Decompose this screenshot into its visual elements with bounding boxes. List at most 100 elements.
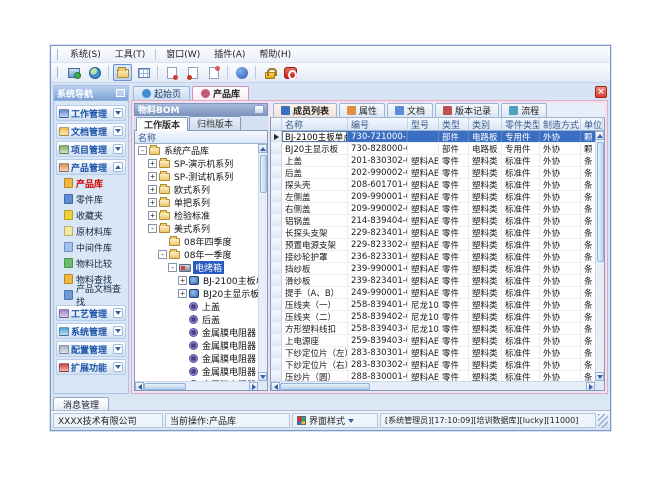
help-button[interactable]: [232, 64, 251, 81]
table-row[interactable]: 压纱片（圆）288-830001-00X塑料ABS零件塑料类标准件外协条: [271, 371, 595, 381]
sidebar-item-5[interactable]: 物料比较: [56, 255, 126, 271]
table-row[interactable]: 下纱定位片（左）283-830301-00X塑料ABS零件塑料类标准件外协条: [271, 347, 595, 359]
chevron-icon[interactable]: [113, 144, 123, 154]
tree-node[interactable]: +BJ20主显示板: [135, 287, 258, 300]
expand-icon[interactable]: +: [148, 185, 157, 194]
document-export-button[interactable]: [183, 64, 202, 81]
column-header-0[interactable]: 名称: [282, 118, 348, 130]
tab-0[interactable]: 成员列表: [273, 103, 337, 117]
sidebar-item-1[interactable]: 零件库: [56, 191, 126, 207]
sidebar-item-7[interactable]: 产品文档查找: [56, 287, 126, 303]
table-row[interactable]: 方形塑料线扣258-839403-00X尼龙1010零件塑料类标准件外协条: [271, 323, 595, 335]
column-header-7[interactable]: 单位: [581, 118, 603, 130]
doc-tab-0[interactable]: 起始页: [133, 86, 190, 100]
resize-grip[interactable]: [598, 414, 608, 428]
chevron-icon[interactable]: [113, 344, 123, 354]
tree-node[interactable]: +SP-测试机系列: [135, 170, 258, 183]
tree-horizontal-scrollbar[interactable]: [135, 381, 258, 390]
bom-tab-0[interactable]: 工作版本: [136, 117, 188, 131]
chevron-icon[interactable]: [113, 362, 123, 372]
collapse-icon[interactable]: -: [138, 146, 147, 155]
document-remove-button[interactable]: [162, 64, 181, 81]
table-row[interactable]: 上盖201-830302-00X塑料ABS零件塑料类标准件外协条: [271, 155, 595, 167]
scroll-down-icon[interactable]: [258, 372, 267, 381]
document-import-button[interactable]: [204, 64, 223, 81]
tab-1[interactable]: 属性: [339, 103, 385, 117]
table-row[interactable]: 左侧盖209-990001-01X塑料ABS零件塑料类标准件外协条: [271, 191, 595, 203]
column-header-1[interactable]: 编号: [348, 118, 408, 130]
browser-button[interactable]: [85, 64, 104, 81]
chevron-icon[interactable]: [113, 126, 123, 136]
product-library-button[interactable]: [113, 64, 132, 81]
sidebar-options-icon[interactable]: [116, 89, 125, 97]
table-row[interactable]: 探头壳208-601701-01X塑料ABS零件塑料类标准件外协条: [271, 179, 595, 191]
sidebar-group-0[interactable]: 工作管理: [56, 105, 126, 121]
report-grid-button[interactable]: [134, 64, 153, 81]
scroll-up-icon[interactable]: [595, 131, 604, 140]
expand-icon[interactable]: +: [178, 289, 187, 298]
tab-3[interactable]: 版本记录: [435, 103, 499, 117]
toolbar-grip[interactable]: [57, 67, 60, 78]
expand-icon[interactable]: +: [148, 211, 157, 220]
table-row[interactable]: 后盖202-990002-01X塑料ABS零件塑料类标准件外协条: [271, 167, 595, 179]
tree-hscroll-thumb[interactable]: [144, 383, 186, 390]
column-header-2[interactable]: 型号: [408, 118, 439, 130]
chevron-icon[interactable]: [113, 308, 123, 318]
sidebar-item-4[interactable]: 中间件库: [56, 239, 126, 255]
table-scroll-thumb[interactable]: [597, 142, 604, 262]
table-hscroll-thumb[interactable]: [280, 383, 370, 390]
collapse-icon[interactable]: -: [148, 224, 157, 233]
scroll-left-icon[interactable]: [135, 382, 144, 391]
table-row[interactable]: 长探头支架229-823401-00X塑料ABS零件塑料类标准件外协条: [271, 227, 595, 239]
scroll-right-icon[interactable]: [249, 382, 258, 391]
menu-item-2[interactable]: 窗口(W): [159, 46, 207, 62]
bom-tab-1[interactable]: 归档版本: [189, 116, 241, 130]
tab-2[interactable]: 文档: [387, 103, 433, 117]
chevron-icon[interactable]: [113, 162, 123, 172]
ui-style-selector[interactable]: 界面样式: [292, 413, 378, 428]
tree-node[interactable]: 金属膜电阻器: [135, 365, 258, 378]
table-row[interactable]: 下纱定位片（右）283-830302-00X塑料ABS零件塑料类标准件外协条: [271, 359, 595, 371]
tree-node[interactable]: +检验标准: [135, 209, 258, 222]
chevron-icon[interactable]: [113, 326, 123, 336]
menu-item-3[interactable]: 插件(A): [207, 46, 252, 62]
menu-item-1[interactable]: 工具(T): [108, 46, 153, 62]
tree-node[interactable]: -08年一季度: [135, 248, 258, 261]
tree-node[interactable]: 后盖: [135, 313, 258, 326]
doc-tab-1[interactable]: 产品库: [192, 86, 249, 100]
tree-node[interactable]: +BJ-2100主板单点: [135, 274, 258, 287]
tree-node[interactable]: -系统产品库: [135, 144, 258, 157]
exit-button[interactable]: [281, 64, 300, 81]
menu-item-0[interactable]: 系统(S): [63, 46, 108, 62]
sidebar-item-0[interactable]: 产品库: [56, 175, 126, 191]
lock-button[interactable]: [260, 64, 279, 81]
expand-icon[interactable]: +: [178, 276, 187, 285]
tree-node[interactable]: -电烤箱: [135, 261, 258, 274]
table-row[interactable]: 压线夹（一）258-839401-00X尼龙1010零件塑料类标准件外协条: [271, 299, 595, 311]
table-vertical-scrollbar[interactable]: [595, 131, 604, 381]
sidebar-group-7[interactable]: 扩展功能: [56, 359, 126, 375]
sidebar-group-1[interactable]: 文档管理: [56, 123, 126, 139]
table-row[interactable]: 滑纱板239-823401-00X塑料ABS零件塑料类标准件外协条: [271, 275, 595, 287]
scroll-down-icon[interactable]: [595, 372, 604, 381]
tree-node[interactable]: 上盖: [135, 300, 258, 313]
tab-message-management[interactable]: 消息管理: [53, 397, 109, 410]
tree-node[interactable]: +SP-演示机系列: [135, 157, 258, 170]
tree-node[interactable]: 金属膜电阻器: [135, 339, 258, 352]
sidebar-group-6[interactable]: 配置管理: [56, 341, 126, 357]
table-row[interactable]: BJ-2100主板单点730-721000-12X部件电路板专用件外协颗: [271, 131, 595, 143]
chevron-icon[interactable]: [113, 108, 123, 118]
table-row[interactable]: 右侧盖209-990002-01X塑料ABS零件塑料类标准件外协条: [271, 203, 595, 215]
table-row[interactable]: 铝锅盖214-839404-01X塑料ABS零件塑料类标准件外协条: [271, 215, 595, 227]
tree-node[interactable]: 金属膜电阻器: [135, 326, 258, 339]
sidebar-item-3[interactable]: 原材料库: [56, 223, 126, 239]
menu-item-4[interactable]: 帮助(H): [252, 46, 298, 62]
tree-vertical-scrollbar[interactable]: [258, 144, 267, 381]
column-header-3[interactable]: 类型: [439, 118, 469, 130]
expand-icon[interactable]: +: [148, 159, 157, 168]
tree-node[interactable]: 金属膜电阻器: [135, 352, 258, 365]
workstation-button[interactable]: [64, 64, 83, 81]
column-header-6[interactable]: 制造方式: [540, 118, 581, 130]
tree-node[interactable]: -美式系列: [135, 222, 258, 235]
table-horizontal-scrollbar[interactable]: [271, 381, 595, 390]
